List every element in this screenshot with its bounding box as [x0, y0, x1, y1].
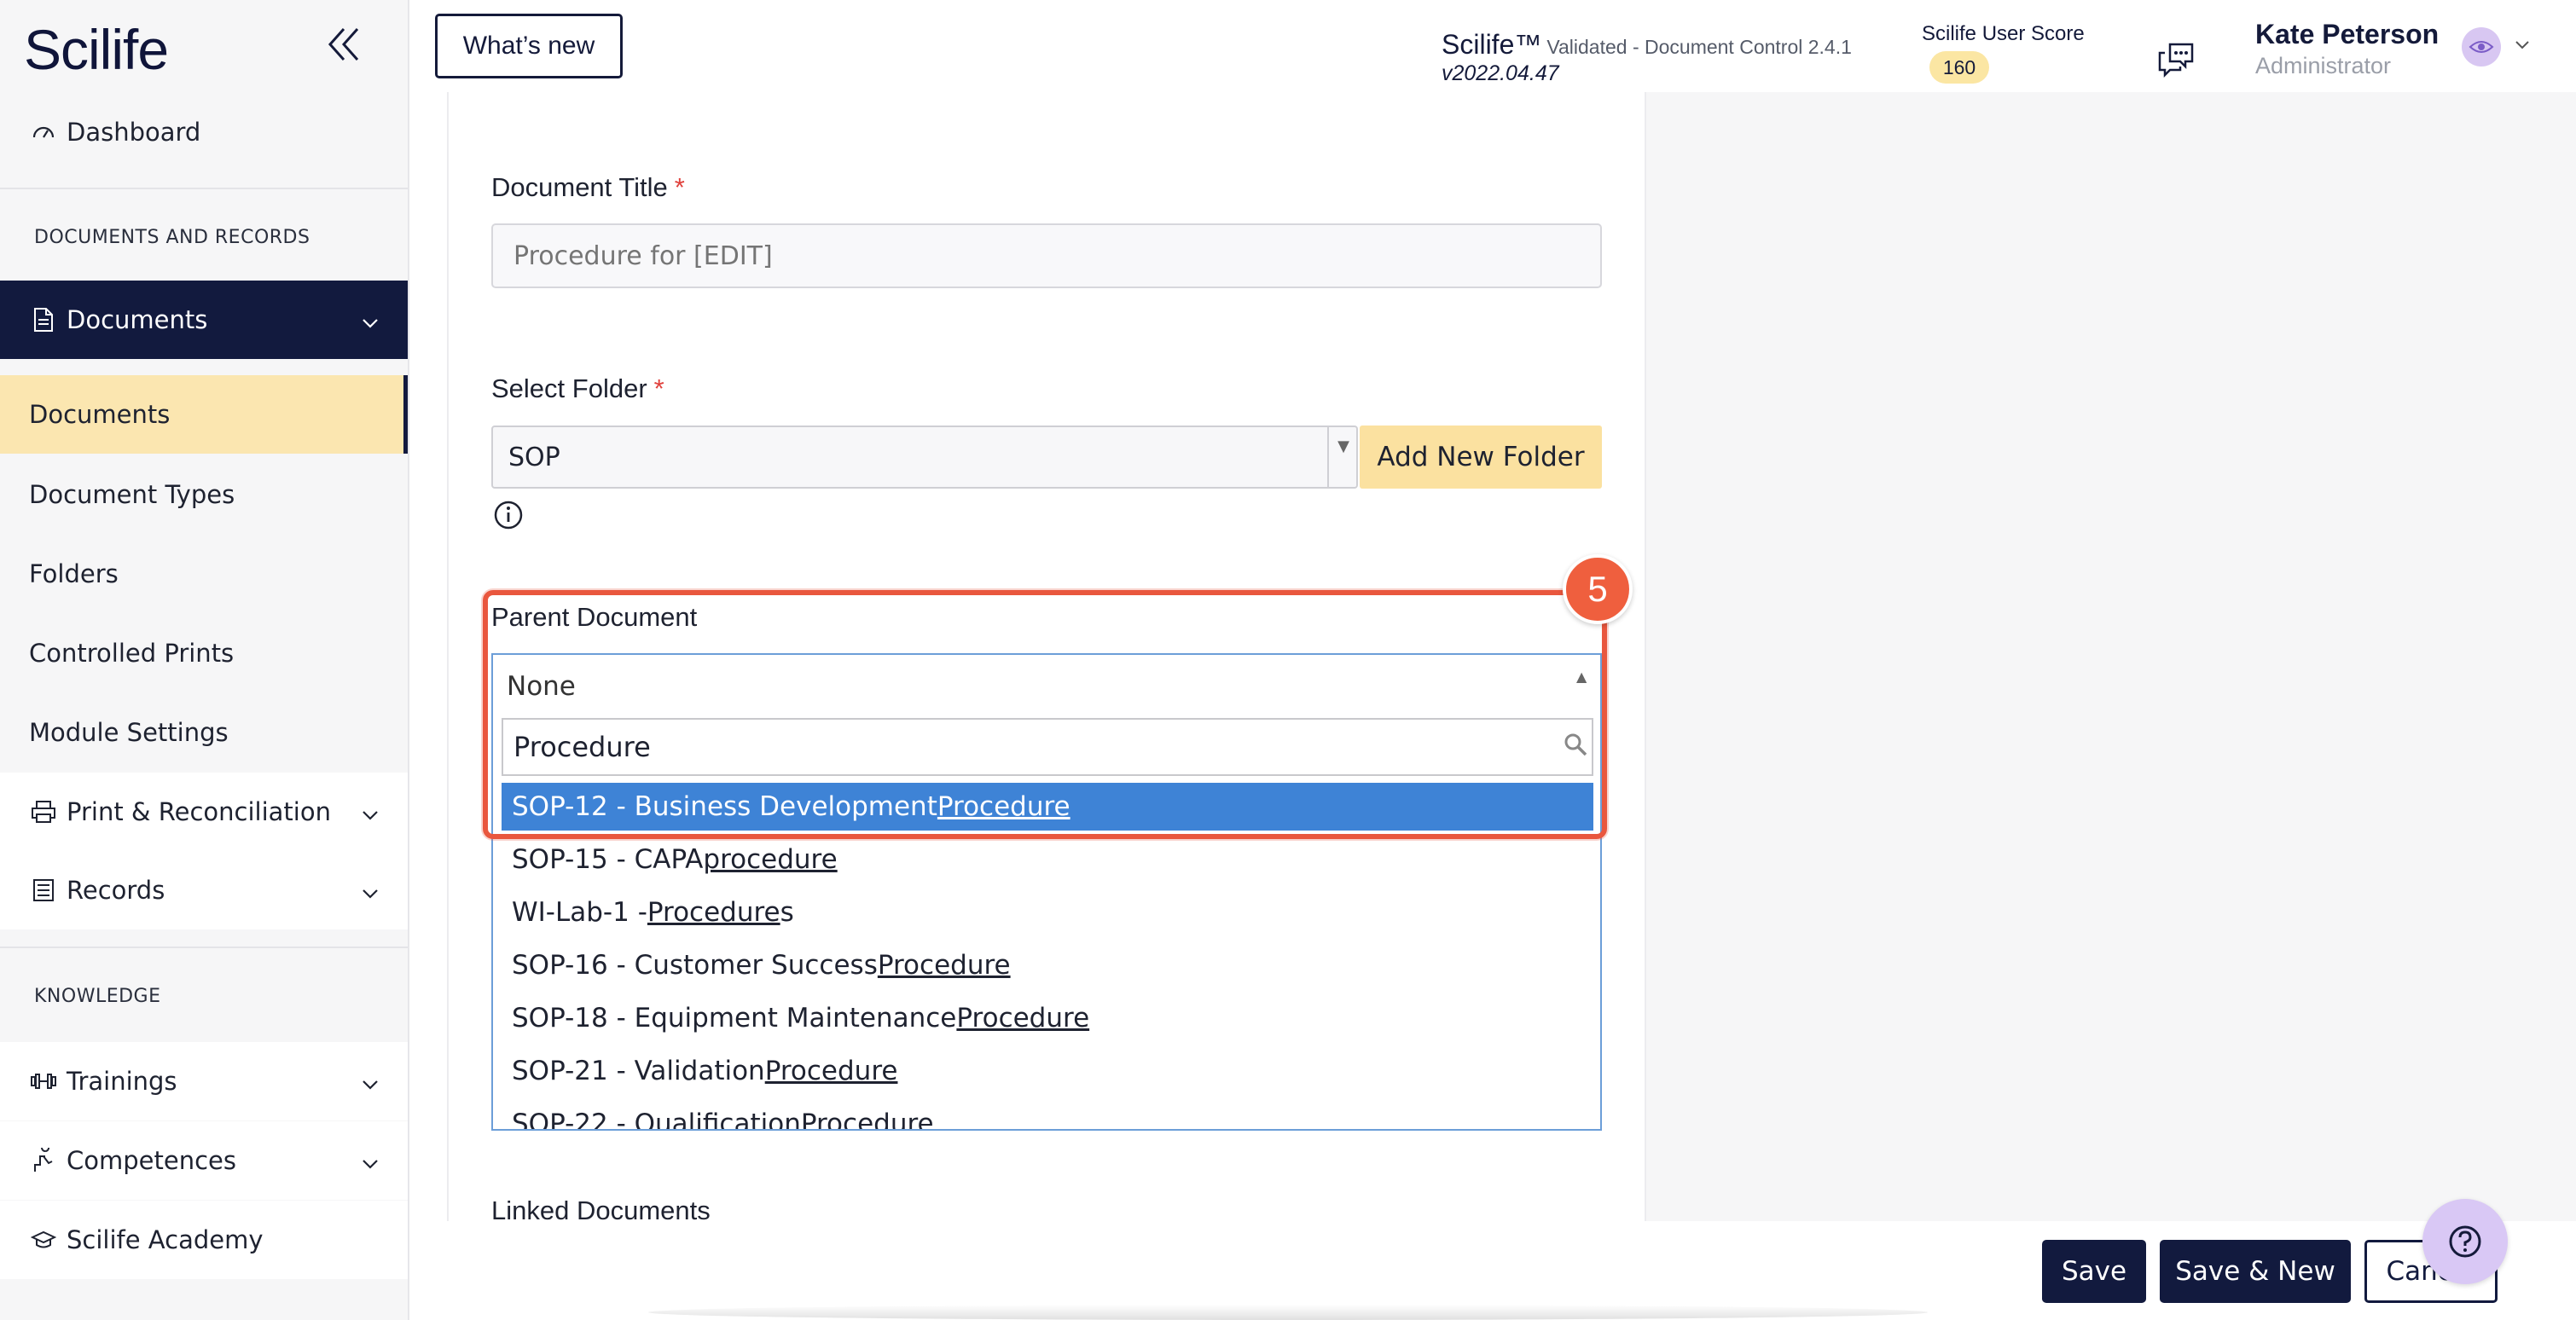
save-and-new-button[interactable]: Save & New [2160, 1240, 2351, 1303]
option-match: Procedure [764, 1056, 898, 1086]
option-text: SOP-16 - Customer Success [512, 950, 878, 981]
sidebar-subitem-module-settings[interactable]: Module Settings [0, 693, 408, 772]
chevron-down-icon[interactable] [2515, 38, 2530, 54]
sidebar-item-label: Competences [67, 1146, 236, 1175]
option-match: Procedure [877, 950, 1011, 981]
app-subtitle: Validated - Document Control 2.4.1 [1546, 36, 1852, 58]
dropdown-option[interactable]: SOP-16 - Customer Success Procedure [502, 941, 1593, 989]
sidebar-item-label: Dashboard [67, 118, 201, 147]
sidebar-item-label: Records [67, 876, 165, 905]
required-mark: * [653, 373, 664, 403]
chevron-down-icon [362, 1146, 379, 1175]
document-icon [29, 305, 58, 334]
app-version: v2022.04.47 [1442, 61, 1559, 85]
user-name[interactable]: Kate Peterson [2255, 19, 2439, 50]
whats-new-button[interactable]: What’s new [435, 14, 623, 78]
sidebar-item-label: Scilife Academy [67, 1225, 264, 1254]
user-score-badge[interactable]: 160 [1929, 51, 1989, 84]
collapse-icon [328, 28, 359, 61]
option-match: Procedure [937, 791, 1070, 822]
collapse-sidebar-button[interactable] [322, 19, 365, 70]
label-text: Document Title [491, 172, 668, 202]
user-role: Administrator [2255, 53, 2392, 78]
sidebar-item-trainings[interactable]: Trainings [0, 1042, 408, 1120]
chevron-down-icon [362, 1067, 379, 1096]
sidebar-item-label: Print & Reconciliation [67, 797, 331, 826]
divider [0, 188, 408, 189]
divider [0, 947, 408, 948]
competence-icon [29, 1146, 58, 1175]
parent-document-select[interactable]: None [491, 653, 1602, 718]
section-label-documents-records: DOCUMENTS AND RECORDS [34, 227, 310, 248]
document-title-input[interactable] [491, 223, 1602, 288]
section-label-knowledge: KNOWLEDGE [34, 986, 161, 1007]
option-text: SOP-15 - CAPA [512, 844, 704, 875]
option-match: Procedure [647, 897, 780, 928]
user-score-label: Scilife User Score [1922, 22, 2085, 45]
dropdown-option[interactable]: SOP-18 - Equipment Maintenance Procedure [502, 994, 1593, 1042]
option-suffix: s [780, 897, 794, 928]
document-title-label: Document Title * [491, 172, 685, 203]
avatar-icon [2469, 41, 2494, 53]
caret-up-icon[interactable]: ▲ [1576, 669, 1587, 685]
chevron-down-icon [362, 876, 379, 905]
option-text: SOP-21 - Validation [512, 1056, 765, 1086]
option-text: SOP-12 - Business Development [512, 791, 937, 822]
right-pane [1646, 92, 2576, 1226]
dropdown-option[interactable]: SOP-22 - Qualification Procedure [502, 1100, 1593, 1131]
dashboard-icon [29, 118, 58, 147]
parent-document-label: Parent Document [491, 602, 698, 632]
scroll-shadow [648, 1305, 1928, 1320]
select-folder-label: Select Folder * [491, 373, 664, 404]
chevron-down-icon [362, 797, 379, 826]
option-text: SOP-18 - Equipment Maintenance [512, 1003, 957, 1033]
academy-icon [29, 1225, 58, 1254]
printer-icon [29, 797, 58, 826]
dropdown-option[interactable]: SOP-15 - CAPA procedure [502, 836, 1593, 883]
records-icon [29, 876, 58, 905]
sidebar-subitem-folders[interactable]: Folders [0, 535, 408, 613]
add-new-folder-button[interactable]: Add New Folder [1360, 426, 1602, 489]
option-match: Procedure [956, 1003, 1090, 1033]
avatar[interactable] [2462, 27, 2501, 67]
chevron-down-icon [362, 305, 379, 334]
caret-down-icon[interactable]: ▼ [1327, 426, 1358, 489]
option-match: procedure [703, 844, 838, 875]
info-icon[interactable] [493, 500, 524, 530]
folder-select[interactable]: SOP [491, 426, 1358, 489]
sidebar-item-dashboard[interactable]: Dashboard [0, 111, 408, 153]
required-mark: * [674, 172, 685, 202]
dropdown-search-input[interactable] [502, 718, 1593, 776]
help-button[interactable] [2422, 1199, 2508, 1284]
sidebar-subitem-controlled-prints[interactable]: Controlled Prints [0, 614, 408, 692]
chat-icon[interactable] [2155, 38, 2197, 80]
dropdown-option[interactable]: SOP-21 - Validation Procedure [502, 1047, 1593, 1095]
app-title: Scilife™ Validated - Document Control 2.4… [1442, 29, 1852, 61]
sidebar-item-label: Trainings [67, 1067, 177, 1096]
sidebar-item-print-reconciliation[interactable]: Print & Reconciliation [0, 773, 408, 851]
sidebar: Scilife Dashboard DOCUMENTS AND RECORDS … [0, 0, 409, 1320]
parent-document-dropdown: SOP-12 - Business Development Procedure … [491, 718, 1602, 1131]
app-logo[interactable]: Scilife [24, 17, 169, 82]
sidebar-item-label: Documents [67, 305, 208, 334]
app-name: Scilife™ [1442, 29, 1542, 60]
tutorial-step-badge: 5 [1563, 554, 1633, 624]
sidebar-item-documents[interactable]: Documents [0, 281, 408, 359]
label-text: Select Folder [491, 373, 647, 403]
option-text: SOP-22 - Qualification [512, 1109, 801, 1131]
help-icon [2449, 1225, 2481, 1258]
dumbbell-icon [29, 1067, 58, 1096]
sidebar-subitem-document-types[interactable]: Document Types [0, 455, 408, 534]
save-button[interactable]: Save [2042, 1240, 2146, 1303]
dropdown-option[interactable]: WI-Lab-1 - Procedure s [502, 889, 1593, 936]
option-match: Procedure [800, 1109, 934, 1131]
dropdown-option[interactable]: SOP-12 - Business Development Procedure [502, 783, 1593, 831]
option-text: WI-Lab-1 - [512, 897, 647, 928]
sidebar-item-scilife-academy[interactable]: Scilife Academy [0, 1201, 408, 1279]
sidebar-subitem-documents[interactable]: Documents [0, 375, 408, 454]
sidebar-item-competences[interactable]: Competences [0, 1121, 408, 1200]
sidebar-item-records[interactable]: Records [0, 851, 408, 929]
